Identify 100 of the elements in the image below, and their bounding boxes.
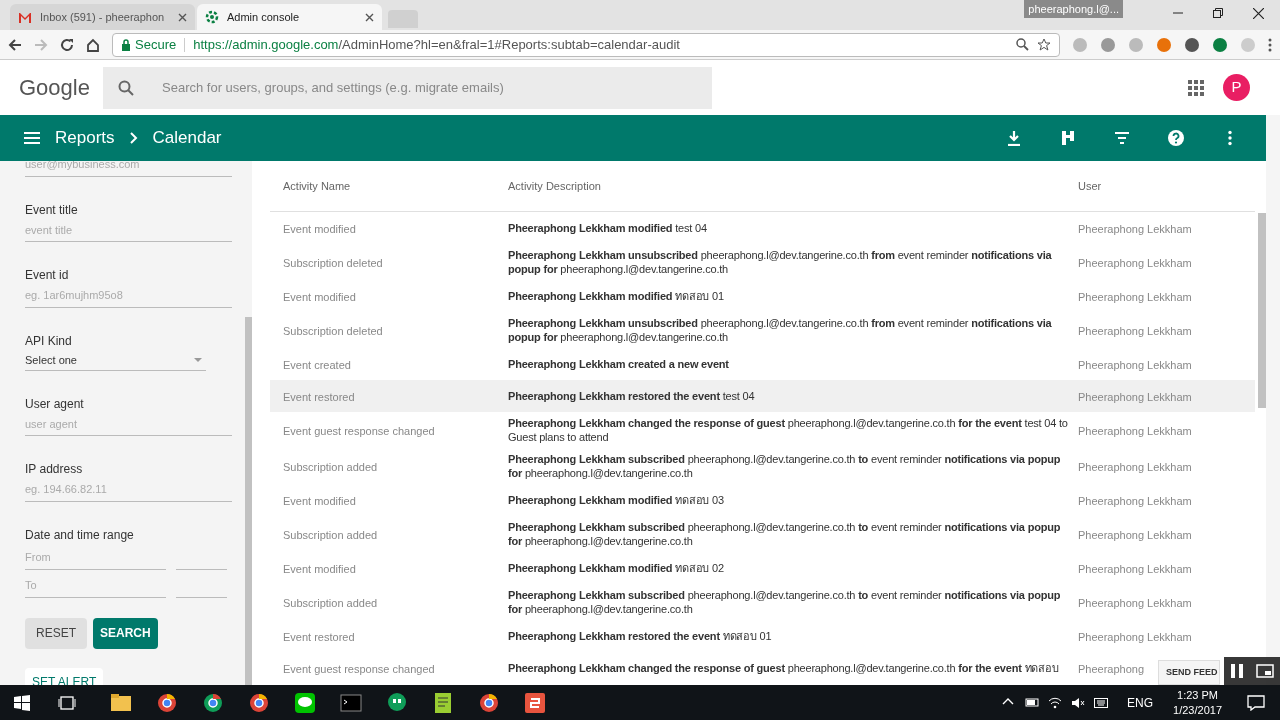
address-bar[interactable]: Secure https://admin.google.com/AdminHome?hl=en&fral=1#Reports:subtab=calendar-audit — [112, 32, 1060, 57]
table-cell-text: Pheeraphong Lekkham subscribed pheeraphong.l@dev.tangerine.co.th to event reminder notifications via popup for pheeraphong.l@dev.tangerine.co.th — [508, 588, 1062, 616]
reset-button[interactable]: RESET — [25, 617, 87, 649]
column-header[interactable]: Activity Name — [283, 179, 351, 192]
extension-icon[interactable] — [1212, 36, 1228, 53]
table-cell: Pheeraphong Lekkham — [1078, 563, 1192, 575]
pause-icon[interactable] — [1230, 664, 1243, 678]
table-cell-text: Pheeraphong Lekkham modified test 04 — [508, 221, 708, 235]
browser-tab[interactable]: Admin console — [197, 4, 382, 30]
clock-date[interactable]: 1/23/2017 — [1173, 702, 1222, 718]
select-dropdown[interactable]: Select one — [25, 350, 206, 371]
chat-app-icon[interactable] — [294, 691, 316, 714]
table-cell-text: Pheeraphong Lekkham created a new event — [508, 357, 730, 371]
table-cell: Subscription added — [283, 597, 378, 609]
clock-time[interactable]: 1:23 PM — [1177, 687, 1218, 703]
table-cell: Subscription added — [283, 529, 378, 541]
browser-icon[interactable] — [156, 691, 178, 714]
table-cell: Event restored — [283, 391, 355, 403]
input-field[interactable]: eg. 194.66.82.11 — [25, 477, 232, 502]
folder-icon[interactable] — [110, 691, 132, 714]
extension-icon[interactable] — [1184, 36, 1200, 53]
app-icon[interactable] — [524, 691, 546, 714]
columns-icon[interactable] — [1060, 130, 1076, 146]
set-alert-button[interactable]: SET ALERT — [25, 667, 104, 685]
column-header[interactable]: Activity Description — [508, 179, 601, 192]
table-cell-text: Pheeraphong Lekkham subscribed pheeraphong.l@dev.tangerine.co.th to event reminder notifications via popup for pheeraphong.l@dev.tangerine.co.th — [508, 520, 1062, 548]
close-icon[interactable] — [1253, 7, 1264, 19]
menu-icon[interactable] — [1268, 37, 1272, 52]
table-cell-text: Pheeraphong Lekkham restored the event test 04 — [508, 389, 756, 403]
table-row[interactable]: Event restored Pheeraphong Lekkham restored the event test 04 Pheeraphong Lekkham — [270, 380, 1255, 412]
table-cell-text: Pheeraphong Lekkham unsubscribed pheeraphong.l@dev.tangerine.co.th from event reminder notifications via popup for pheeraphong.l@dev.tangerine.co.th — [508, 316, 1053, 344]
restore-icon[interactable] — [1213, 8, 1223, 18]
table-cell: Pheeraphong Lekkham — [1078, 461, 1192, 473]
notepad-icon[interactable] — [432, 691, 454, 714]
field-label: Event title — [25, 201, 79, 217]
home-icon[interactable] — [86, 37, 100, 52]
search-field[interactable]: Search for users, groups, and settings (e.g. migrate emails) — [103, 66, 712, 109]
avatar[interactable]: P — [1223, 74, 1250, 101]
download-icon[interactable] — [1006, 130, 1022, 146]
field-label: User agent — [25, 395, 85, 411]
battery-icon[interactable] — [1025, 695, 1040, 710]
mute-icon[interactable] — [1071, 695, 1086, 710]
table-cell: Subscription deleted — [283, 257, 383, 269]
table-cell-text: Pheeraphong Lekkham modified ทดสอบ 03 — [508, 493, 725, 507]
table-cell-text: Pheeraphong Lekkham unsubscribed pheeraphong.l@dev.tangerine.co.th from event reminder notifications via popup for pheeraphong.l@dev.tangerine.co.th — [508, 248, 1053, 276]
search-button[interactable]: SEARCH — [93, 617, 158, 649]
breadcrumb-link[interactable]: Calendar — [152, 125, 222, 151]
table-cell: Pheeraphong Lekkham — [1078, 257, 1192, 269]
table-cell: Pheeraphong Lekkham — [1078, 391, 1192, 403]
table-cell: Event guest response changed — [283, 425, 435, 437]
windows-start-icon[interactable] — [14, 694, 30, 711]
table-cell: Pheeraphong Lekkham — [1078, 223, 1192, 235]
task-view-icon[interactable] — [58, 695, 76, 710]
filter-icon[interactable] — [1114, 130, 1130, 146]
browser-icon[interactable] — [202, 691, 224, 714]
picture-in-picture-icon[interactable] — [1255, 664, 1274, 678]
reload-icon[interactable] — [60, 37, 74, 52]
language-indicator[interactable]: ENG — [1127, 693, 1154, 712]
browser-tab[interactable]: Inbox (591) - pheeraphon — [10, 4, 195, 30]
close-icon[interactable] — [178, 12, 187, 22]
keyboard-icon[interactable] — [1094, 695, 1109, 710]
caret-icon — [194, 358, 202, 362]
admin-icon — [205, 10, 219, 24]
breadcrumb-link[interactable]: Reports — [55, 125, 115, 151]
date-field[interactable]: From — [25, 545, 166, 570]
chat-bubble-icon[interactable] — [386, 691, 408, 714]
wifi-icon[interactable] — [1048, 695, 1063, 710]
table-cell: Pheeraphong Lekkham — [1078, 529, 1192, 541]
scrollbar-thumb[interactable] — [245, 317, 252, 685]
input-field[interactable]: event title — [25, 218, 232, 242]
input-field[interactable]: user@mybusiness.com — [25, 161, 232, 177]
back-icon[interactable] — [8, 37, 22, 52]
send-feedback-button[interactable]: SEND FEED — [1158, 660, 1220, 685]
table-cell-text: Pheeraphong Lekkham modified ทดสอบ 02 — [508, 561, 725, 575]
star-icon[interactable] — [1037, 37, 1051, 52]
table-cell: Subscription added — [283, 461, 378, 473]
secure-label: Secure — [135, 35, 177, 54]
chevron-right-icon — [129, 132, 138, 144]
input-field[interactable]: user agent — [25, 412, 232, 436]
menu-icon[interactable] — [24, 132, 40, 144]
column-header[interactable]: User — [1078, 179, 1102, 192]
extension-icon[interactable] — [1156, 36, 1172, 53]
input-field[interactable]: eg. 1ar6mujhm95o8 — [25, 283, 232, 308]
help-icon[interactable] — [1168, 130, 1184, 146]
table-cell-text: Pheeraphong Lekkham subscribed pheeraphong.l@dev.tangerine.co.th to event reminder notifications via popup for pheeraphong.l@dev.tangerine.co.th — [508, 452, 1062, 480]
notifications-icon[interactable] — [1247, 694, 1265, 711]
table-cell: Pheeraphong Lekkham — [1078, 631, 1192, 643]
search-icon — [118, 79, 134, 96]
field-label: IP address — [25, 461, 84, 476]
mail-icon — [18, 11, 32, 23]
browser-icon[interactable] — [478, 691, 500, 714]
table-cell: Pheeraphong Lekkham — [1078, 425, 1192, 437]
apps-grid-icon[interactable] — [1188, 79, 1204, 96]
zoom-icon[interactable] — [1016, 38, 1029, 51]
terminal-icon[interactable] — [340, 691, 362, 714]
date-field[interactable]: To — [25, 573, 166, 598]
close-icon[interactable] — [365, 12, 374, 22]
table-cell: Event guest response changed — [283, 663, 435, 675]
scrollbar-thumb[interactable] — [1258, 213, 1266, 408]
browser-icon[interactable] — [248, 691, 270, 714]
